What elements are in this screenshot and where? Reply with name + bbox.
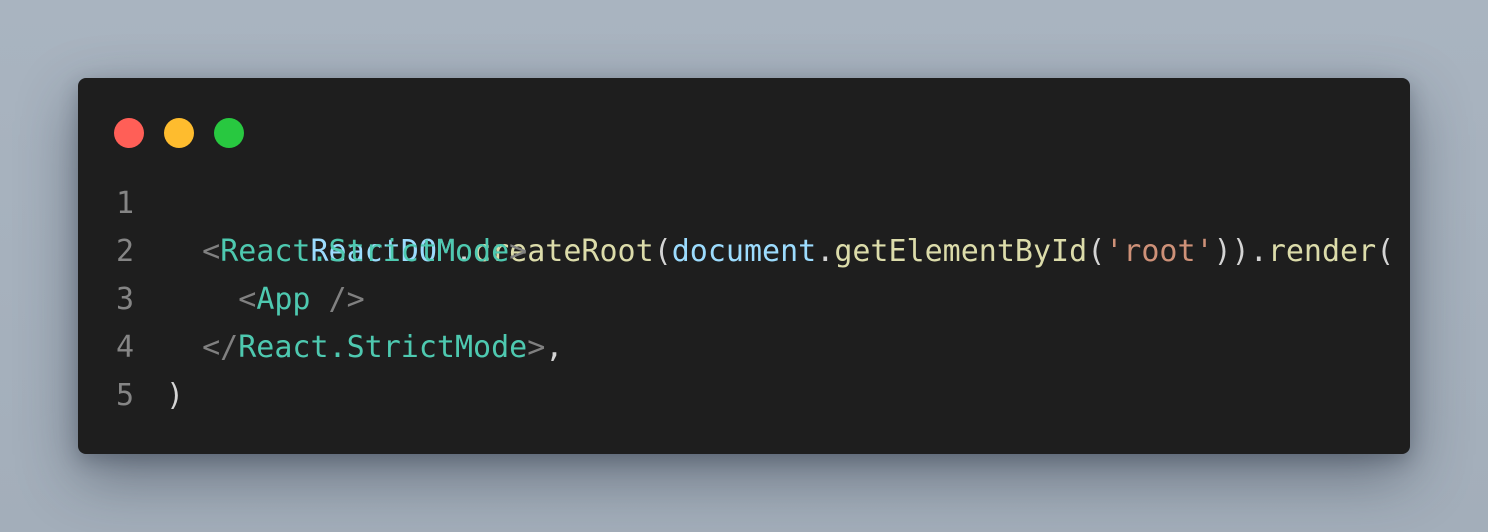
line-number: 5	[115, 378, 134, 413]
code-token: </	[202, 330, 239, 365]
code-token: />	[310, 282, 365, 317]
code-token: 'root'	[1105, 234, 1214, 269]
code-line: 4 </React.StrictMode>,	[78, 324, 1410, 372]
line-content: ReactDOM.createRoot(document.getElementB…	[166, 180, 1395, 269]
line-number: 2	[115, 234, 134, 269]
code-token: (	[653, 234, 672, 269]
line-number: 1	[115, 186, 134, 221]
code-token: <	[238, 282, 257, 317]
code-block: 1 ReactDOM.createRoot(document.getElemen…	[78, 180, 1410, 420]
code-token: >	[527, 330, 546, 365]
code-token: document	[671, 234, 817, 269]
code-line: 1 ReactDOM.createRoot(document.getElemen…	[78, 180, 1410, 269]
code-token: App	[256, 282, 311, 317]
code-token: >	[509, 234, 528, 269]
line-content: <App />	[166, 276, 365, 324]
code-token: )	[166, 378, 185, 413]
line-number: 4	[115, 330, 134, 365]
code-token: render	[1267, 234, 1377, 269]
line-content: <React.StrictMode>	[166, 228, 527, 276]
code-token: getElementById	[834, 234, 1088, 269]
code-window: 1 ReactDOM.createRoot(document.getElemen…	[78, 78, 1410, 454]
code-token: .	[816, 234, 835, 269]
code-token: <	[202, 234, 221, 269]
code-token: React.StrictMode	[220, 234, 510, 269]
window-controls	[114, 118, 244, 148]
code-line: 3 <App />	[78, 276, 1410, 324]
code-token: ,	[545, 330, 564, 365]
code-token: )).	[1213, 234, 1268, 269]
minimize-button[interactable]	[164, 118, 194, 148]
line-content: </React.StrictMode>,	[166, 324, 563, 372]
line-number: 3	[115, 282, 134, 317]
line-content: )	[166, 372, 184, 420]
code-token: (	[1376, 234, 1395, 269]
code-token: React.StrictMode	[238, 330, 528, 365]
code-line: 5 )	[78, 372, 1410, 420]
close-button[interactable]	[114, 118, 144, 148]
code-token: (	[1087, 234, 1106, 269]
zoom-button[interactable]	[214, 118, 244, 148]
